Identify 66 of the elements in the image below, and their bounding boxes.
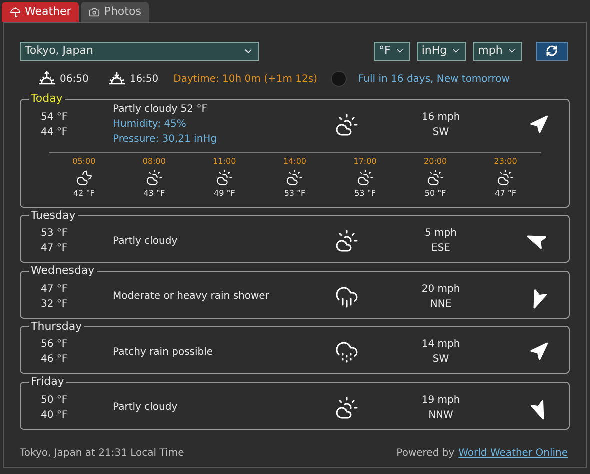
day-title: Wednesday	[30, 263, 96, 279]
wind-speed: 5 mph	[425, 227, 457, 241]
hour-temp: 49 °F	[214, 188, 236, 198]
day-title: Friday	[30, 374, 66, 390]
weather-summary: Partly cloudy	[113, 401, 179, 415]
hour-time: 08:00	[142, 156, 166, 166]
weather-source-link[interactable]: World Weather Online	[458, 446, 568, 461]
hour-time: 11:00	[213, 156, 236, 166]
tab[interactable]: Weather	[2, 2, 80, 22]
hour-temp: 50 °F	[424, 188, 446, 198]
location-select[interactable]: Tokyo, Japan	[20, 42, 259, 60]
wind-speed: 19 mph	[422, 394, 460, 408]
hour-time: 05:00	[72, 156, 96, 166]
wind-direction: SW	[432, 353, 450, 367]
hour-time: 17:00	[354, 156, 377, 166]
low-temp: 46 °F	[41, 353, 69, 367]
moon-phase-text: Full in 16 days, New tomorrow	[358, 72, 510, 86]
sunset-icon	[108, 71, 126, 87]
powered-by-text: Powered by	[396, 447, 455, 461]
camera-icon	[89, 6, 100, 18]
wind-direction: NNE	[430, 298, 452, 312]
daytime-text: Daytime: 10h 0m (+1m 12s)	[174, 72, 318, 86]
day-title: Tuesday	[30, 208, 77, 224]
hour-temp: 53 °F	[284, 188, 306, 198]
low-temp: 44 °F	[41, 126, 69, 140]
high-temp: 56 °F	[41, 338, 69, 352]
weather-summary: Moderate or heavy rain shower	[113, 290, 270, 304]
high-temp: 53 °F	[41, 227, 69, 241]
wind-speed: 14 mph	[422, 338, 460, 352]
unit-select[interactable]: °F	[374, 42, 410, 60]
day-title: Today	[30, 91, 64, 107]
low-temp: 32 °F	[41, 298, 69, 312]
low-temp: 47 °F	[41, 242, 69, 256]
weather-summary: Patchy rain possible	[113, 346, 214, 360]
hour-temp: 42 °F	[73, 188, 95, 198]
day-title: Thursday	[30, 318, 84, 334]
unit-select[interactable]: mph	[473, 42, 522, 60]
local-time-text: Tokyo, Japan at 21:31 Local Time	[20, 447, 184, 461]
hour-time: 14:00	[283, 156, 307, 166]
high-temp: 54 °F	[41, 110, 69, 124]
wind-speed: 16 mph	[422, 110, 460, 124]
tab[interactable]: Photos	[81, 2, 150, 22]
sunrise-icon	[38, 71, 56, 87]
wind-direction: NNW	[428, 408, 454, 422]
hour-temp: 43 °F	[144, 188, 166, 198]
umbrella-icon	[10, 6, 21, 18]
weather-summary: Partly cloudy	[113, 234, 179, 248]
low-temp: 40 °F	[41, 408, 69, 422]
pressure-text: Pressure: 30,21 inHg	[113, 133, 218, 147]
hour-time: 23:00	[494, 156, 518, 166]
humidity-text: Humidity: 45%	[113, 118, 188, 132]
high-temp: 50 °F	[41, 394, 69, 408]
sunset-time: 16:50	[130, 72, 159, 86]
wind-speed: 20 mph	[422, 282, 460, 296]
weather-summary: Partly cloudy 52 °F	[113, 103, 208, 117]
hour-temp: 53 °F	[354, 188, 376, 198]
refresh-icon	[546, 45, 558, 57]
hour-temp: 47 °F	[495, 188, 516, 198]
refresh-button[interactable]	[536, 42, 568, 60]
moon-icon	[331, 71, 348, 87]
wind-direction: SW	[432, 126, 450, 140]
sunrise-time: 06:50	[60, 72, 89, 86]
wind-direction: ESE	[432, 242, 450, 256]
high-temp: 47 °F	[41, 282, 69, 296]
hour-time: 20:00	[424, 156, 448, 166]
unit-select[interactable]: inHg	[416, 42, 466, 60]
